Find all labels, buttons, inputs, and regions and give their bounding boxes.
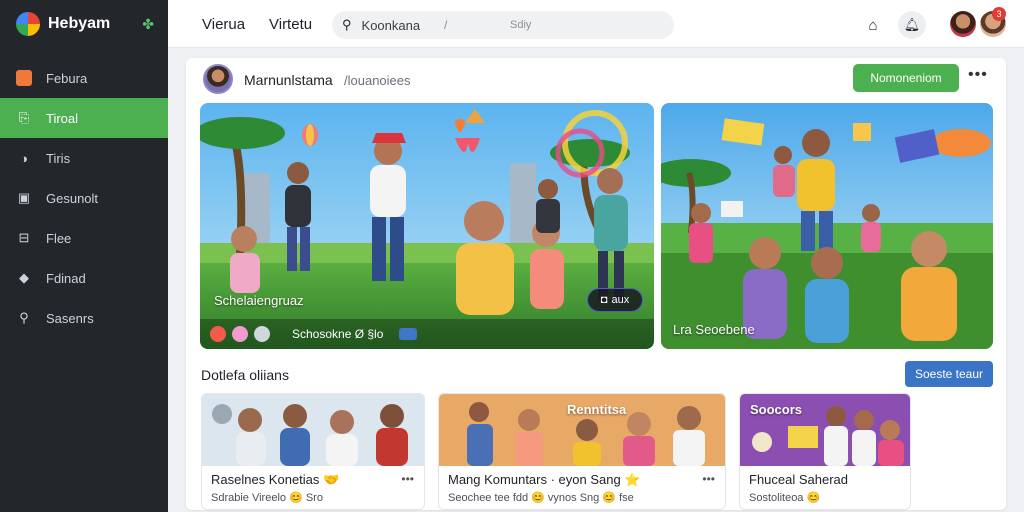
search-extra-text: Sdiy bbox=[510, 19, 532, 31]
post-author-name[interactable]: Marnunlstama bbox=[244, 72, 333, 88]
post-author-avatar[interactable] bbox=[203, 64, 233, 94]
hero-illustration bbox=[200, 103, 654, 349]
reaction-icon[interactable] bbox=[210, 326, 226, 342]
group-name: Fhuceal Saherad bbox=[749, 472, 849, 487]
group-banner-text: Renntitsa bbox=[567, 402, 627, 417]
sidebar-item-label: Febura bbox=[46, 70, 88, 86]
sidebar-item-media[interactable]: ⊟ Flee bbox=[0, 218, 168, 258]
post-card: Marnunlstama /louanoiees Nomoneniom ••• bbox=[186, 58, 1006, 510]
follow-button[interactable]: Nomoneniom bbox=[853, 64, 959, 92]
group-subtitle: Sostoliteoa 😊 bbox=[749, 492, 821, 504]
camera-icon: ◘ bbox=[600, 294, 608, 306]
group-name: Mang Komuntars · eyon Sang ⭐ bbox=[448, 472, 641, 487]
sidebar-item-feed[interactable]: ⎘ Tiroal bbox=[0, 98, 168, 138]
info-icon: ◑ bbox=[20, 150, 28, 166]
hero-pill-button[interactable]: ◘ aux bbox=[587, 288, 643, 312]
hero-image-secondary[interactable]: Lra Seoebene bbox=[661, 103, 993, 349]
reaction-icon[interactable] bbox=[254, 326, 270, 342]
search-shortcut: / bbox=[444, 18, 448, 32]
group-image bbox=[202, 394, 424, 466]
hero-reactions-bar: Schosokne Ø §lo bbox=[200, 319, 654, 349]
group-subtitle: Seochee tee fdd 😊 vynos Sng 😊 fse bbox=[448, 492, 634, 504]
group-banner-text: Soocors bbox=[750, 402, 803, 417]
hero-illustration-2 bbox=[661, 103, 993, 349]
search-placeholder: Koonkana bbox=[361, 17, 421, 33]
sidebar-item-label: Gesunolt bbox=[46, 190, 99, 206]
group-more-icon[interactable]: ••• bbox=[702, 472, 715, 486]
top-link-2[interactable]: Virtetu bbox=[269, 16, 312, 33]
group-name: Raselnes Konetias 🤝 bbox=[211, 472, 340, 487]
reaction-icon[interactable] bbox=[232, 326, 248, 342]
sidebar-item-home[interactable]: Febura bbox=[0, 58, 168, 98]
sidebar-item-search[interactable]: ⚲ Sasenrs bbox=[0, 298, 168, 338]
home-icon[interactable]: ⌂ bbox=[862, 14, 884, 36]
top-link-1[interactable]: Vierua bbox=[202, 16, 245, 33]
top-bar: Vierua Virtetu ⚲ Koonkana / Sdiy ⌂ 🔔︎ 3 bbox=[168, 0, 1024, 48]
group-image: Soocors bbox=[740, 394, 910, 466]
hero-bottom-text: Schosokne Ø §lo bbox=[292, 327, 384, 341]
sidebar-nav: Febura ⎘ Tiroal ◑ Tiris ▣ Gesunolt ⊟ Fle… bbox=[0, 58, 168, 338]
group-card[interactable]: Soocors Fhuceal Saherad Sostoliteoa 😊 bbox=[739, 393, 911, 510]
search-icon: ⚲ bbox=[19, 310, 29, 325]
sidebar-item-groups[interactable]: ▣ Gesunolt bbox=[0, 178, 168, 218]
group-card[interactable]: Renntitsa Mang Komuntars · eyon Sang ⭐ S… bbox=[438, 393, 726, 510]
post-meta: /louanoiees bbox=[344, 73, 411, 88]
notification-bell-icon[interactable]: 🔔︎ bbox=[898, 11, 926, 39]
app-logo[interactable]: Hebyam ✤ bbox=[0, 0, 168, 48]
logo-icon bbox=[16, 12, 40, 36]
flag-icon bbox=[399, 328, 418, 340]
avatar[interactable] bbox=[950, 11, 976, 37]
sidebar-item-tags[interactable]: ◆ Fdinad bbox=[0, 258, 168, 298]
sidebar: Hebyam ✤ Febura ⎘ Tiroal ◑ Tiris ▣ Gesun… bbox=[0, 0, 168, 512]
more-options-icon[interactable]: ••• bbox=[968, 66, 988, 84]
media-icon: ⊟ bbox=[18, 230, 30, 245]
group-icon: ▣ bbox=[17, 190, 31, 205]
search-input[interactable]: ⚲ Koonkana / Sdiy bbox=[332, 11, 674, 39]
sidebar-item-label: Tiroal bbox=[46, 110, 79, 126]
tag-icon: ◆ bbox=[19, 270, 29, 285]
clover-icon[interactable]: ✤ bbox=[142, 16, 154, 33]
hero-pill-label: aux bbox=[611, 294, 630, 306]
hero2-caption: Lra Seoebene bbox=[673, 322, 755, 337]
hero-caption: Schelaiengruaz bbox=[214, 293, 304, 308]
notification-badge: 3 bbox=[992, 7, 1006, 21]
hero-image-main[interactable]: Schelaiengruaz ◘ aux Schosokne Ø §lo bbox=[200, 103, 654, 349]
app-name: Hebyam bbox=[48, 15, 111, 32]
sidebar-item-label: Tiris bbox=[46, 150, 71, 166]
see-all-button[interactable]: Soeste teaur bbox=[905, 361, 993, 387]
sidebar-item-label: Flee bbox=[46, 230, 72, 246]
feed-icon: ⎘ bbox=[18, 110, 30, 125]
search-icon: ⚲ bbox=[342, 17, 352, 32]
sidebar-item-label: Fdinad bbox=[46, 270, 86, 286]
group-more-icon[interactable]: ••• bbox=[401, 472, 414, 486]
group-image: Renntitsa bbox=[439, 394, 725, 466]
section-title: Dotlefa oliians bbox=[201, 367, 289, 383]
sidebar-item-info[interactable]: ◑ Tiris bbox=[0, 138, 168, 178]
group-card[interactable]: Raselnes Konetias 🤝 Sdrabie Vireelo 😊 Sr… bbox=[201, 393, 425, 510]
group-subtitle: Sdrabie Vireelo 😊 Sro bbox=[211, 492, 323, 504]
home-icon bbox=[16, 70, 32, 86]
sidebar-item-label: Sasenrs bbox=[46, 310, 94, 326]
